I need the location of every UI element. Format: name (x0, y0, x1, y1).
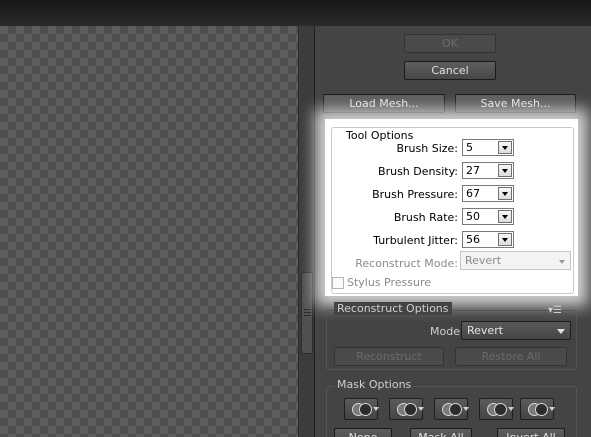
scrollbar-thumb[interactable] (301, 272, 313, 354)
reconstruct-mode-select[interactable]: Revert (460, 251, 571, 270)
save-mesh-button[interactable]: Save Mesh... (455, 94, 576, 113)
ok-button[interactable]: OK (404, 34, 496, 53)
brush-pressure-field[interactable]: 67 (462, 185, 514, 202)
reconstruct-options-title: Reconstruct Options (334, 302, 452, 315)
chevron-down-icon[interactable] (508, 407, 514, 411)
brush-density-label: Brush Density: (378, 165, 458, 178)
mask-all-button[interactable]: Mask All (410, 428, 472, 437)
panel-menu-icon[interactable]: ▾☰ (548, 305, 562, 316)
reconstruct-mode-label: Reconstruct Mode: (355, 257, 458, 270)
mode-value: Revert (467, 324, 504, 337)
chevron-down-icon (559, 260, 565, 264)
reconstruct-button[interactable]: Reconstruct (334, 347, 444, 366)
brush-density-field[interactable]: 27 (462, 162, 514, 179)
mode-label: Mode: (430, 325, 464, 338)
stylus-pressure-checkbox[interactable] (332, 277, 344, 289)
restore-all-button[interactable]: Restore All (455, 347, 567, 366)
brush-rate-field[interactable]: 50 (462, 208, 514, 225)
brush-pressure-label: Brush Pressure: (372, 188, 458, 201)
mask-mode-icon (449, 403, 462, 416)
cancel-button[interactable]: Cancel (404, 61, 496, 80)
brush-size-label: Brush Size: (396, 142, 458, 155)
chevron-down-icon[interactable] (373, 407, 379, 411)
brush-rate-value: 50 (466, 210, 480, 223)
brush-rate-label: Brush Rate: (393, 211, 458, 224)
reconstruct-mode-value: Revert (465, 254, 502, 267)
chevron-down-icon[interactable] (498, 187, 512, 200)
transparency-canvas[interactable] (0, 26, 298, 437)
mask-options-title: Mask Options (334, 378, 415, 391)
mask-mode-icon (404, 403, 417, 416)
preview-area (0, 26, 314, 437)
chevron-down-icon[interactable] (498, 210, 512, 223)
brush-density-value: 27 (466, 164, 480, 177)
chevron-down-icon[interactable] (498, 141, 512, 154)
mask-none-button[interactable]: None (334, 428, 392, 437)
window-top-band (0, 0, 591, 26)
brush-size-value: 5 (466, 141, 473, 154)
tool-options-title: Tool Options (344, 129, 416, 142)
turbulent-jitter-value: 56 (466, 233, 480, 246)
chevron-down-icon[interactable] (498, 164, 512, 177)
brush-size-field[interactable]: 5 (462, 139, 514, 156)
chevron-down-icon[interactable] (463, 407, 469, 411)
vertical-scrollbar[interactable] (298, 26, 314, 437)
mode-select[interactable]: Revert (461, 321, 571, 340)
grip-icon (304, 309, 311, 316)
brush-pressure-value: 67 (466, 187, 480, 200)
chevron-down-icon (557, 329, 565, 334)
chevron-down-icon[interactable] (498, 233, 512, 246)
mask-mode-icon (359, 403, 372, 416)
chevron-down-icon[interactable] (418, 407, 424, 411)
load-mesh-button[interactable]: Load Mesh... (323, 94, 445, 113)
mask-mode-icon (535, 403, 548, 416)
turbulent-jitter-label: Turbulent Jitter: (373, 234, 458, 247)
invert-all-button[interactable]: Invert All (497, 428, 565, 437)
stylus-pressure-label: Stylus Pressure (347, 276, 432, 289)
chevron-down-icon[interactable] (549, 407, 555, 411)
turbulent-jitter-field[interactable]: 56 (462, 231, 514, 248)
mask-mode-icon (494, 403, 507, 416)
